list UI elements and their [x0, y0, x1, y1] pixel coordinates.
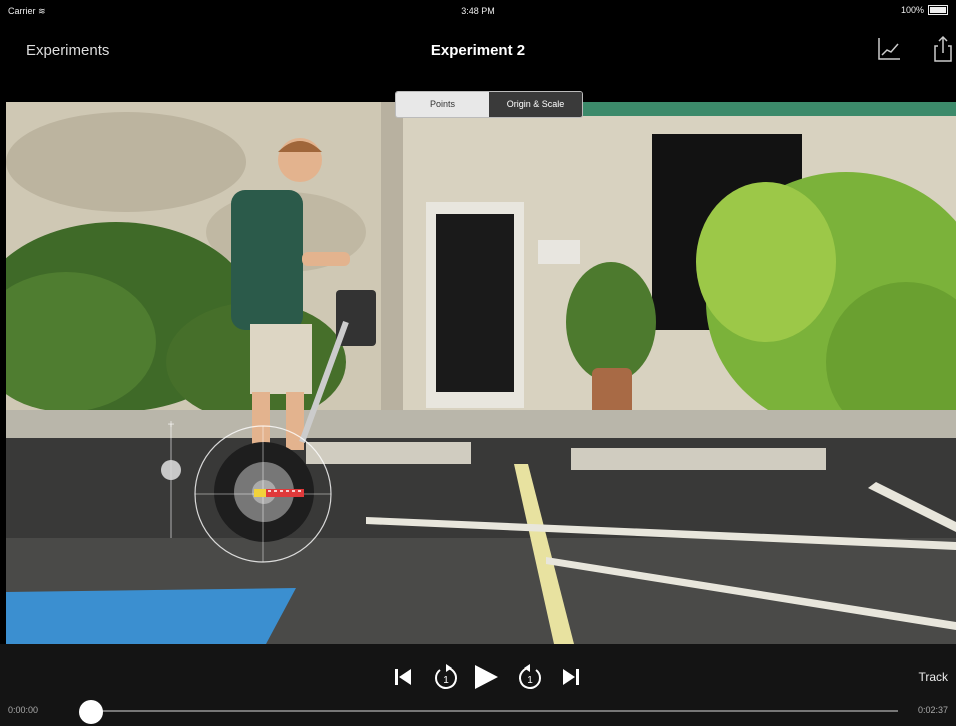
play-icon[interactable]	[470, 662, 500, 692]
total-time: 0:02:37	[917, 705, 948, 715]
svg-text:+: +	[167, 417, 174, 431]
person	[231, 190, 303, 330]
nav-bar: Experiments Experiment 2	[0, 22, 956, 76]
skip-to-start-icon[interactable]	[393, 666, 413, 688]
scrubber-knob[interactable]	[79, 700, 103, 724]
share-icon[interactable]	[928, 34, 956, 64]
segment-origin-scale[interactable]: Origin & Scale	[489, 92, 582, 117]
graph-icon[interactable]	[874, 34, 904, 64]
video-scene: +	[6, 102, 956, 644]
svg-text:1: 1	[527, 675, 533, 686]
skip-to-end-icon[interactable]	[561, 666, 581, 688]
battery-percent: 100%	[900, 5, 924, 15]
step-forward-icon[interactable]: 1	[516, 664, 544, 692]
status-bar: Carrier ≋ 3:48 PM 100%	[0, 0, 956, 22]
accessible-parking-marking	[6, 588, 296, 644]
page-title: Experiment 2	[430, 42, 526, 59]
battery-indicator: 100%	[901, 5, 948, 15]
elapsed-time: 0:00:00	[8, 705, 39, 715]
battery-icon	[928, 5, 948, 15]
slider-handle[interactable]	[161, 460, 181, 480]
segment-points[interactable]: Points	[396, 92, 489, 117]
status-time: 3:48 PM	[461, 6, 495, 16]
step-back-icon[interactable]: 1	[432, 664, 460, 692]
playback-scrubber[interactable]	[90, 710, 898, 712]
playback-controls: 1 1 Track 0:00:00 0:02:37	[0, 644, 956, 726]
track-button[interactable]: Track	[918, 670, 948, 684]
mode-segmented-control: Points Origin & Scale	[395, 91, 583, 118]
sidewalk	[6, 410, 956, 440]
svg-text:1: 1	[443, 675, 449, 686]
video-frame[interactable]: +	[6, 102, 956, 644]
